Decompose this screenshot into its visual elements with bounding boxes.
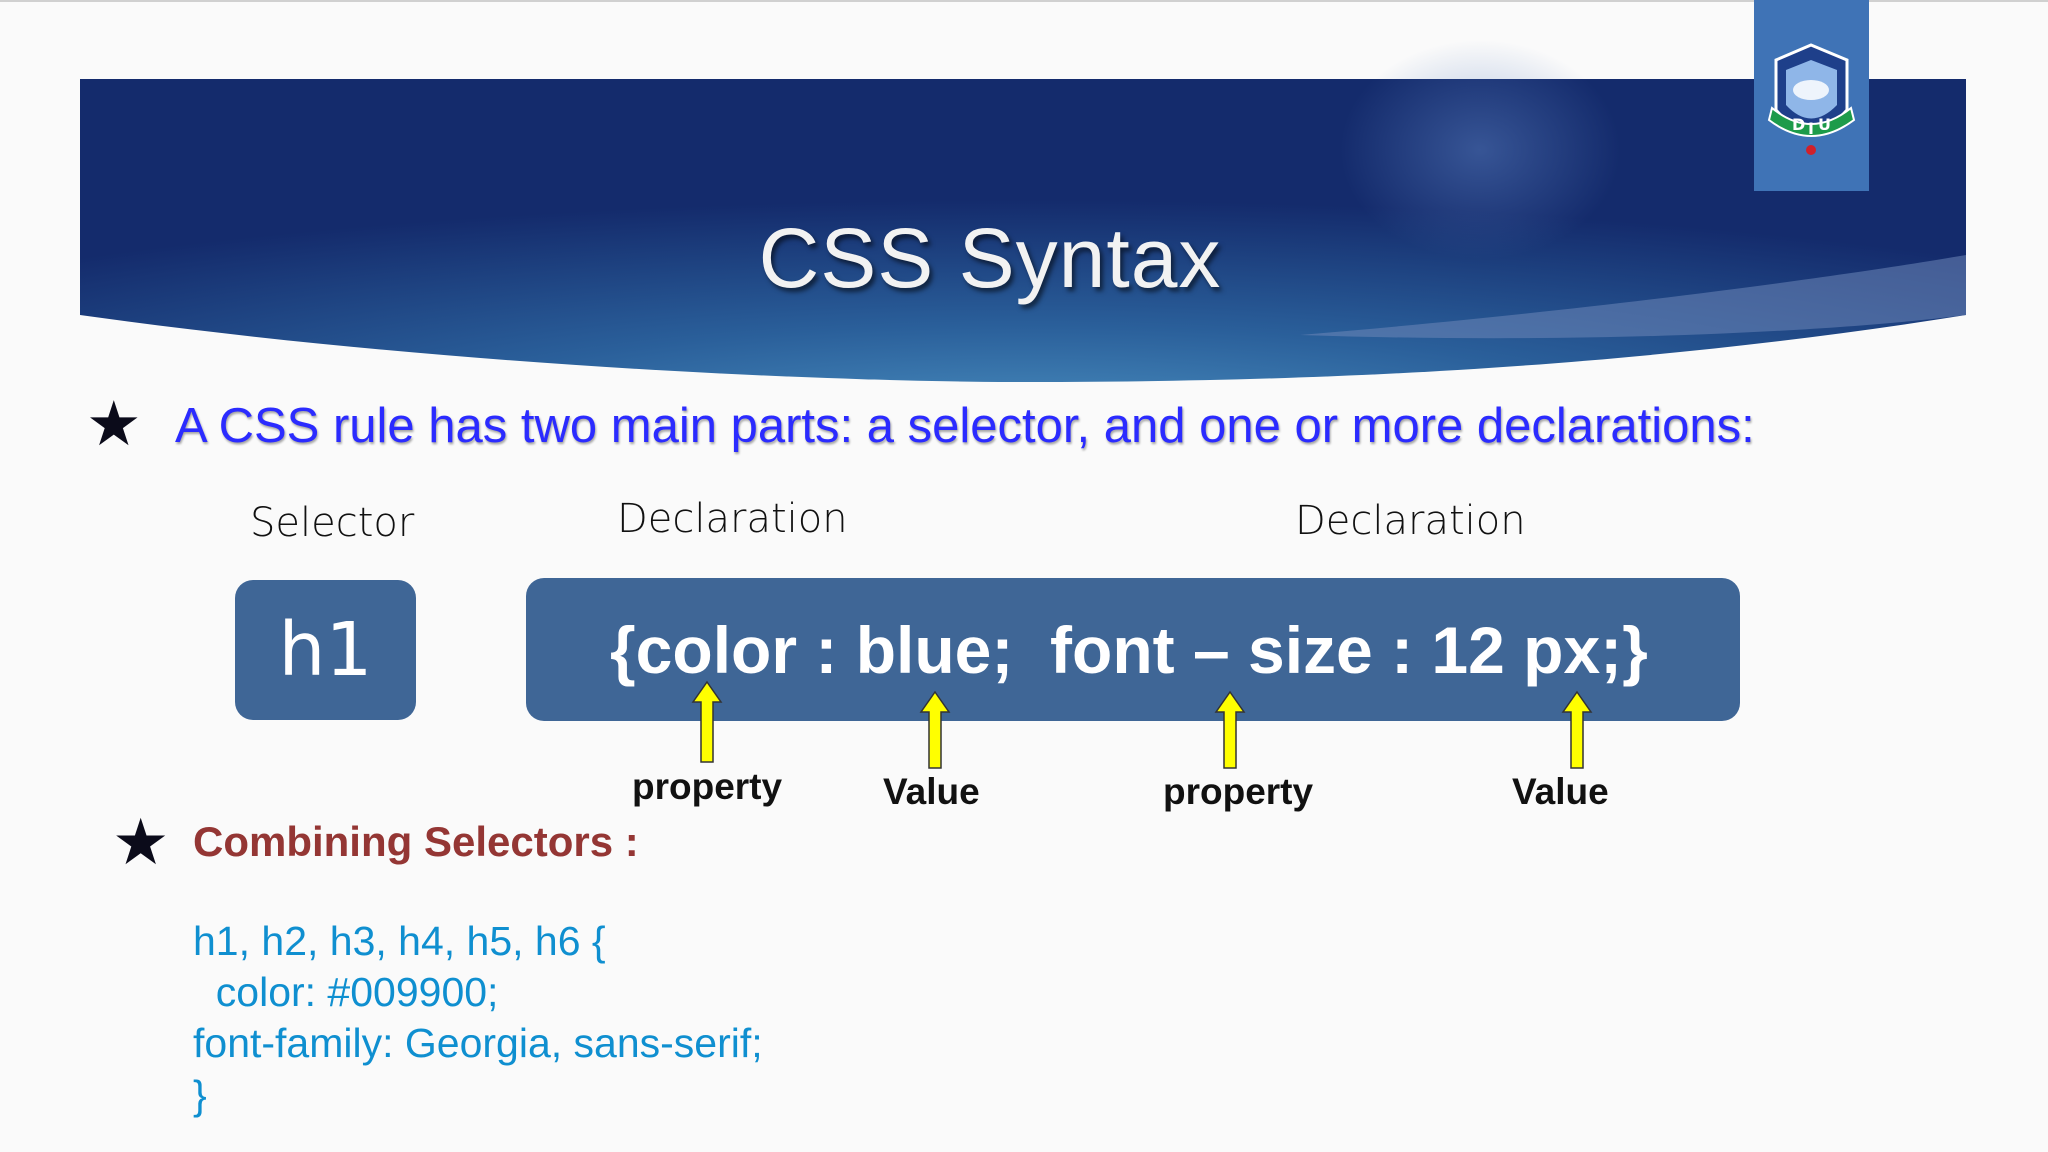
svg-text:I: I	[1808, 119, 1814, 138]
arrow-up-icon	[919, 690, 951, 769]
annotation-value-1: Value	[883, 771, 980, 812]
svg-text:D: D	[1792, 115, 1805, 134]
title-banner	[80, 40, 1966, 382]
selector-box: h1	[235, 580, 416, 720]
code-line: h1, h2, h3, h4, h5, h6 {	[193, 918, 606, 964]
arrow-up-icon	[691, 680, 723, 763]
selector-text: h1	[278, 607, 373, 693]
code-line: color: #009900;	[193, 969, 499, 1015]
annotation-property-2: property	[1163, 771, 1314, 812]
intro-text: A CSS rule has two main parts: a selecto…	[175, 399, 1755, 453]
declaration-text: {color : blue; font – size : 12 px;}	[610, 612, 1648, 687]
arrow-up-icon	[1214, 690, 1246, 769]
star-icon: ★	[112, 806, 170, 880]
code-line: font-family: Georgia, sans-serif;	[193, 1020, 763, 1066]
star-icon: ★	[86, 387, 142, 460]
combining-heading: Combining Selectors :	[193, 818, 639, 865]
arrow-up-icon	[1561, 690, 1593, 769]
annotation-value-2: Value	[1512, 771, 1609, 812]
code-line: }	[193, 1072, 207, 1118]
annotation-property-1: property	[632, 766, 783, 807]
selector-label: Selector	[250, 500, 415, 546]
svg-text:U: U	[1818, 115, 1831, 134]
slide-title: CSS Syntax	[758, 211, 1222, 305]
declaration-label-1: Declaration	[617, 496, 848, 542]
diu-logo: D I U	[1754, 0, 1869, 191]
declaration-label-2: Declaration	[1295, 498, 1526, 544]
diu-emblem-icon: D I U	[1767, 43, 1856, 155]
